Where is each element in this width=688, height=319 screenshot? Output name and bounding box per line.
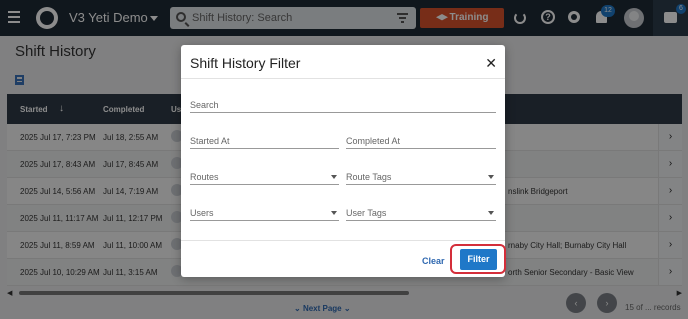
route-tags-select[interactable]: Route Tags xyxy=(346,167,496,185)
chevron-down-icon xyxy=(488,211,494,215)
completed-at-field[interactable]: Completed At xyxy=(346,131,496,149)
chevron-down-icon xyxy=(488,175,494,179)
divider xyxy=(181,240,505,241)
users-select[interactable]: Users xyxy=(190,203,339,221)
filter-dialog: Shift History Filter ✕ Search Started At… xyxy=(181,45,506,277)
completed-at-label: Completed At xyxy=(346,136,401,146)
chevron-down-icon xyxy=(331,211,337,215)
dialog-title: Shift History Filter xyxy=(190,55,301,71)
routes-label: Routes xyxy=(190,172,219,182)
divider xyxy=(181,78,505,79)
search-field[interactable]: Search xyxy=(190,95,496,113)
search-field-label: Search xyxy=(190,100,219,110)
started-at-field[interactable]: Started At xyxy=(190,131,339,149)
filter-button[interactable]: Filter xyxy=(460,249,497,270)
started-at-label: Started At xyxy=(190,136,230,146)
chevron-down-icon xyxy=(331,175,337,179)
user-tags-select[interactable]: User Tags xyxy=(346,203,496,221)
users-label: Users xyxy=(190,208,214,218)
route-tags-label: Route Tags xyxy=(346,172,392,182)
clear-button[interactable]: Clear xyxy=(422,256,445,266)
close-icon[interactable]: ✕ xyxy=(485,55,497,72)
routes-select[interactable]: Routes xyxy=(190,167,339,185)
user-tags-label: User Tags xyxy=(346,208,387,218)
